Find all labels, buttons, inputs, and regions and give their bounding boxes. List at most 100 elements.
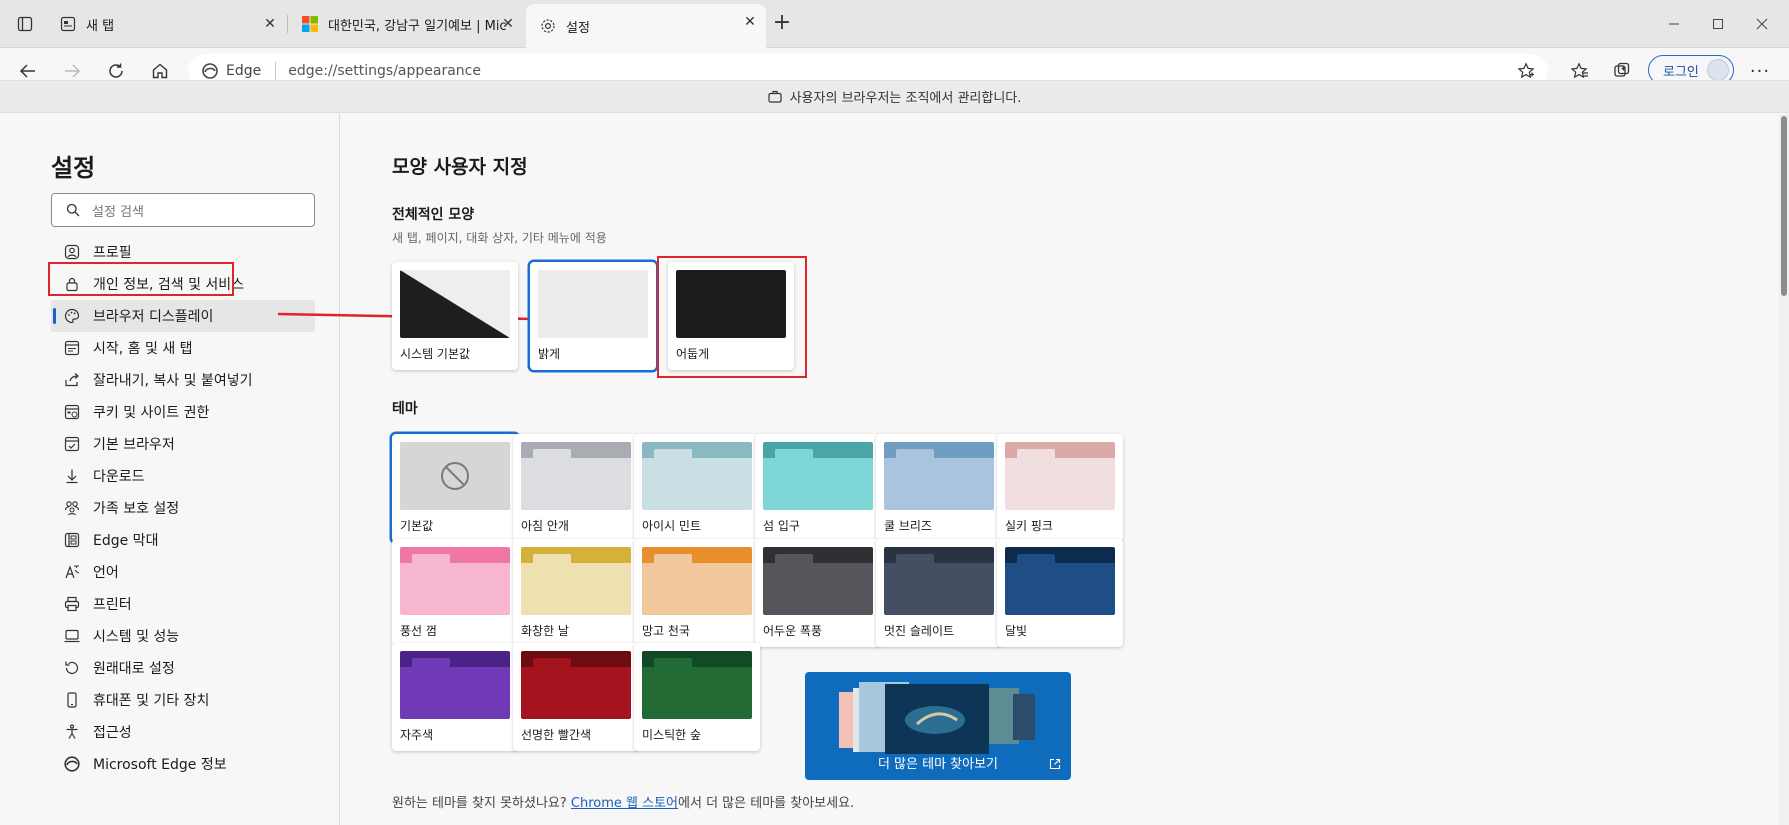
theme-card[interactable]: 실키 핑크 [997,434,1123,542]
sidebar-item-accessibility[interactable]: 접근성 [51,716,315,748]
theme-preview-tab [412,658,450,668]
sidebar-item-appearance[interactable]: 브라우저 디스플레이 [51,300,315,332]
search-placeholder: 설정 검색 [92,204,144,220]
theme-label: 아침 안개 [521,519,569,533]
system-icon [63,627,81,645]
theme-card[interactable]: 선명한 빨간색 [513,643,639,751]
maximize-icon [1713,19,1723,29]
new-tab-button[interactable]: + [770,12,794,36]
tab-weather[interactable]: 대한민국, 강남구 일기예보 | Mic ✕ [288,6,524,42]
theme-card[interactable]: 기본값 [392,434,518,542]
sidebar-item-label: 잘라내기, 복사 및 붙여넣기 [93,373,253,389]
theme-card[interactable]: 망고 천국 [634,539,760,647]
theme-preview-body [521,458,631,510]
managed-browser-banner: 사용자의 브라우저는 조직에서 관리합니다. [0,80,1789,113]
sidebar-item-phone[interactable]: 휴대폰 및 기타 장치 [51,684,315,716]
theme-card[interactable]: 달빛 [997,539,1123,647]
theme-card[interactable]: 미스틱한 숲 [634,643,760,751]
theme-preview-body [521,563,631,615]
theme-card[interactable]: 자주색 [392,643,518,751]
sidebar-item-label: 언어 [93,565,119,581]
theme-preview-body [400,563,510,615]
more-themes-button[interactable]: 더 많은 테마 찾아보기 [805,672,1071,780]
settings-sidebar: 설정 설정 검색 프로필 개인 정보, 검색 및 서비스 브라우저 디스플레이 … [0,114,340,825]
sidebar-item-label: Microsoft Edge 정보 [93,757,227,773]
sidebar-item-reset[interactable]: 원래대로 설정 [51,652,315,684]
chrome-web-store-link[interactable]: Chrome 웹 스토어 [571,796,678,811]
footer-suffix: 에서 더 많은 테마를 찾아보세요. [678,796,855,811]
settings-content: 모양 사용자 지정 전체적인 모양 새 탭, 페이지, 대화 상자, 기타 메뉴… [341,114,1781,825]
sidebar-item-label: 가족 보호 설정 [93,501,180,517]
theme-card[interactable]: 섬 입구 [755,434,881,542]
sidebar-item-cookies[interactable]: 쿠키 및 사이트 권한 [51,396,315,428]
appearance-option-light[interactable]: 밝게 [530,262,656,370]
microsoft-logo-icon [302,16,318,32]
family-icon [63,499,81,517]
sidebar-title: 설정 [51,154,96,182]
close-window-button[interactable] [1750,12,1774,36]
default-browser-icon [63,435,81,453]
collections-icon [1614,62,1630,77]
url-text[interactable]: edge://settings/appearance [288,63,481,79]
theme-card[interactable]: 어두운 폭풍 [755,539,881,647]
theme-card[interactable]: 아침 안개 [513,434,639,542]
sidebar-item-label: 브라우저 디스플레이 [93,309,214,325]
theme-preview [400,442,510,510]
theme-preview-tab [775,554,813,564]
theme-label: 미스틱한 숲 [642,728,702,742]
sidebar-item-share-copy[interactable]: 잘라내기, 복사 및 붙여넣기 [51,364,315,396]
new-tab-icon [60,16,76,32]
tab-close-icon[interactable]: ✕ [500,16,516,32]
refresh-icon [109,63,123,78]
theme-preview-body [642,458,752,510]
tab-close-icon[interactable]: ✕ [262,16,278,32]
theme-card[interactable]: 풍선 껌 [392,539,518,647]
theme-card[interactable]: 화창한 날 [513,539,639,647]
sidebar-item-label: 쿠키 및 사이트 권한 [93,405,210,421]
theme-card[interactable]: 멋진 슬레이트 [876,539,1002,647]
tab-settings[interactable]: 설정 ✕ [526,4,766,48]
phone-icon [63,691,81,709]
settings-search-input[interactable]: 설정 검색 [51,193,315,227]
sidebar-item-languages[interactable]: 언어 [51,556,315,588]
theme-preview [642,442,752,510]
tab-new-tab[interactable]: 새 탭 ✕ [46,6,286,42]
share-icon [63,371,81,389]
sidebar-item-family[interactable]: 가족 보호 설정 [51,492,315,524]
theme-footer-text: 원하는 테마를 찾지 못하셨나요? Chrome 웹 스토어에서 더 많은 테마… [392,792,854,811]
edge-bar-icon [63,531,81,549]
avatar [1707,59,1729,81]
sidebar-nav: 프로필 개인 정보, 검색 및 서비스 브라우저 디스플레이 시작, 홈 및 새… [51,236,315,780]
theme-label: 망고 천국 [642,624,690,638]
sidebar-item-label: 프로필 [93,245,132,261]
sidebar-item-system[interactable]: 시스템 및 성능 [51,620,315,652]
sidebar-item-about[interactable]: Microsoft Edge 정보 [51,748,315,780]
sidebar-item-edge-bar[interactable]: Edge 막대 [51,524,315,556]
theme-preview-body [642,563,752,615]
theme-preview-tab [412,554,450,564]
sidebar-item-printers[interactable]: 프린터 [51,588,315,620]
tab-close-icon[interactable]: ✕ [742,14,758,30]
theme-preview [884,442,994,510]
theme-preview-tab [654,554,692,564]
scrollbar[interactable] [1779,114,1789,825]
theme-preview [521,547,631,615]
theme-card[interactable]: 쿨 브리즈 [876,434,1002,542]
tab-actions-button[interactable] [12,11,38,37]
theme-preview [400,651,510,719]
theme-label: 기본값 [400,519,434,533]
theme-preview-body [763,458,873,510]
sidebar-item-default-browser[interactable]: 기본 브라우저 [51,428,315,460]
sidebar-item-start-home[interactable]: 시작, 홈 및 새 탭 [51,332,315,364]
minimize-button[interactable] [1662,12,1686,36]
theme-card[interactable]: 아이시 민트 [634,434,760,542]
theme-label: 풍선 껌 [400,624,437,638]
scrollbar-thumb[interactable] [1781,116,1787,296]
theme-preview-tab [1017,449,1055,459]
add-favorite-icon[interactable] [1516,61,1536,81]
appearance-option-system[interactable]: 시스템 기본값 [392,262,518,370]
maximize-button[interactable] [1706,12,1730,36]
banner-text: 사용자의 브라우저는 조직에서 관리합니다. [789,91,1022,106]
theme-label: 아이시 민트 [642,519,702,533]
sidebar-item-downloads[interactable]: 다운로드 [51,460,315,492]
